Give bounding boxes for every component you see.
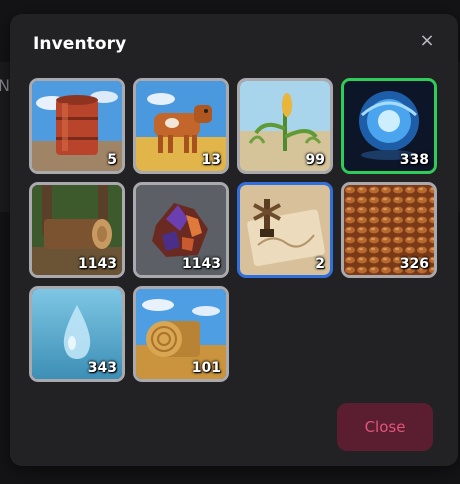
inventory-slot-grain-seeds[interactable]: 326 — [341, 182, 437, 278]
item-count: 2 — [315, 256, 325, 272]
close-icon[interactable]: × — [418, 32, 436, 50]
inventory-slot-corn[interactable]: 99 — [237, 78, 333, 174]
inventory-slot-oil-barrel[interactable]: 5 — [29, 78, 125, 174]
inventory-slot-hay-bale[interactable]: 101 — [133, 286, 229, 382]
inventory-slot-wood-log[interactable]: 1143 — [29, 182, 125, 278]
modal-title: Inventory — [33, 34, 127, 54]
inventory-grid: 5 13 99 338 1143 1143 2 326 343 101 — [29, 78, 437, 382]
inventory-slot-cow[interactable]: 13 — [133, 78, 229, 174]
item-count: 101 — [191, 360, 221, 376]
item-count: 5 — [107, 152, 117, 168]
item-count: 1143 — [182, 256, 221, 272]
close-button[interactable]: Close — [337, 403, 433, 451]
inventory-slot-treasure-map[interactable]: 2 — [237, 182, 333, 278]
item-count: 1143 — [78, 256, 117, 272]
item-count: 99 — [305, 152, 325, 168]
inventory-slot-energy-orb[interactable]: 338 — [341, 78, 437, 174]
background-text: N — [0, 76, 10, 95]
inventory-modal: Inventory × 5 13 99 338 1143 1143 2 326 … — [10, 14, 458, 466]
inventory-slot-ore-crystal[interactable]: 1143 — [133, 182, 229, 278]
item-count: 338 — [399, 152, 429, 168]
item-count: 13 — [201, 152, 221, 168]
inventory-slot-water-drop[interactable]: 343 — [29, 286, 125, 382]
item-count: 326 — [399, 256, 429, 272]
item-count: 343 — [87, 360, 117, 376]
